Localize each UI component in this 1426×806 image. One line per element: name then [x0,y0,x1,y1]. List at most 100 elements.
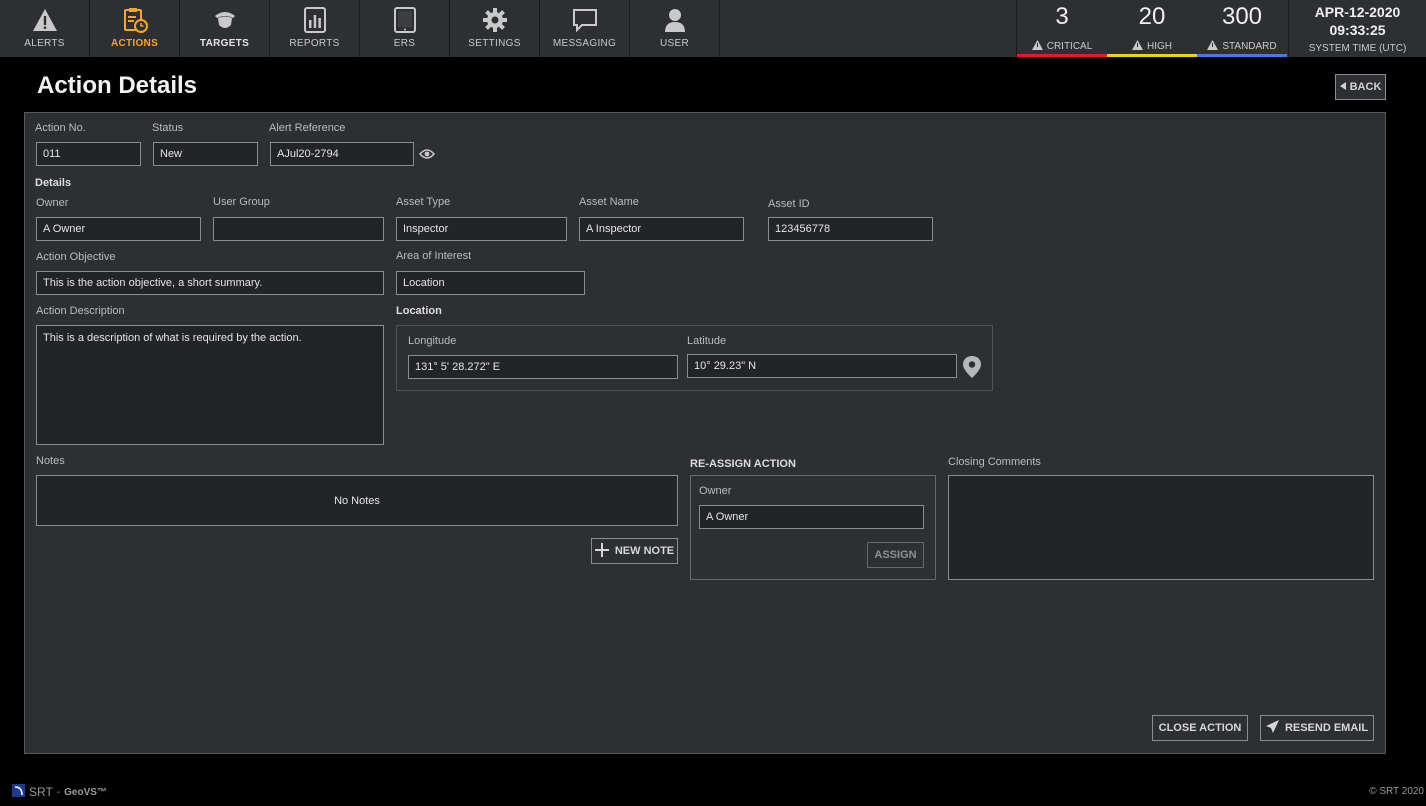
nav-user[interactable]: USER [630,0,720,57]
action-objective-field[interactable]: This is the action objective, a short su… [36,271,384,295]
report-chart-icon [270,5,359,35]
back-label: BACK [1349,81,1382,93]
footer-logo: SRT - GeoVS™ [12,784,107,800]
new-note-button[interactable]: NEW NOTE [591,538,678,564]
reassign-box: Owner A Owner ASSIGN [690,475,936,580]
asset-id-field[interactable]: 123456778 [768,217,933,241]
status-label: Status [152,122,184,134]
area-of-interest-label: Area of Interest [396,250,472,262]
reassign-heading: RE-ASSIGN ACTION [690,458,796,470]
high-label: HIGH [1147,41,1172,52]
location-box: Longitude 131° 5' 28.272" E Latitude 10°… [396,325,993,391]
stat-high[interactable]: 20 HIGH [1107,0,1197,57]
clock-time: 09:33:25 [1329,22,1386,38]
warning-icon [1207,40,1219,53]
page-title: Action Details [37,72,198,99]
alert-stats: 3 CRITICAL 20 HIGH 300 STANDARD [1016,0,1287,57]
nav-alerts[interactable]: ALERTS [0,0,90,57]
latitude-label: Latitude [687,335,727,347]
longitude-field[interactable]: 131° 5' 28.272" E [408,355,678,379]
resend-email-label: RESEND EMAIL [1284,722,1369,734]
stat-standard[interactable]: 300 STANDARD [1197,0,1287,57]
target-person-icon [180,5,269,35]
standard-bar [1197,54,1287,57]
nav-label: ACTIONS [110,38,159,49]
area-of-interest-field[interactable]: Location [396,271,585,295]
back-button[interactable]: BACK [1335,74,1386,100]
nav-label: USER [660,38,689,49]
standard-label: STANDARD [1222,41,1277,52]
critical-label: CRITICAL [1046,41,1093,52]
action-details-panel: Action No. 011 Status New Alert Referenc… [24,112,1386,754]
nav-label: TARGETS [199,38,250,49]
alert-reference-field[interactable]: AJul20-2794 [270,142,414,166]
reassign-owner-field[interactable]: A Owner [699,505,924,529]
caret-left-icon [1339,81,1346,93]
nav-targets[interactable]: TARGETS [180,0,270,57]
clock-date: APR-12-2020 [1314,4,1401,20]
system-clock: APR-12-2020 09:33:25 SYSTEM TIME (UTC) [1288,0,1426,57]
action-description-label: Action Description [36,305,125,317]
warning-icon [1132,40,1143,53]
plus-icon [594,542,609,560]
nav-label: SETTINGS [468,38,521,49]
nav-settings[interactable]: SETTINGS [450,0,540,57]
details-heading: Details [35,177,72,189]
action-objective-label: Action Objective [36,251,116,263]
nav-label: ERS [393,38,416,49]
top-navigation-bar: ALERTS ACTIONS TARGETS REPORTS ERS SETTI… [0,0,1426,57]
high-count: 20 [1138,3,1166,30]
warning-icon [1031,40,1043,53]
nav-messaging[interactable]: MESSAGING [540,0,630,57]
resend-email-button[interactable]: RESEND EMAIL [1260,715,1374,741]
user-group-field[interactable] [213,217,384,241]
nav-label: REPORTS [289,38,340,49]
asset-id-label: Asset ID [768,198,810,210]
clock-zone: SYSTEM TIME (UTC) [1308,43,1407,54]
nav-ers[interactable]: ERS [360,0,450,57]
action-no-label: Action No. [35,122,86,134]
notes-list: No Notes [36,475,678,526]
user-icon [630,5,719,35]
closing-comments-label: Closing Comments [948,456,1041,468]
close-action-button[interactable]: CLOSE ACTION [1152,715,1248,741]
nav-label: ALERTS [24,38,65,49]
asset-type-label: Asset Type [396,196,451,208]
warning-icon [0,5,89,35]
map-pin-icon[interactable] [962,355,982,384]
critical-count: 3 [1055,3,1069,30]
eye-icon[interactable] [419,147,435,165]
tablet-icon [360,5,449,35]
longitude-label: Longitude [408,335,457,347]
location-heading: Location [396,305,442,317]
speech-bubble-icon [540,5,629,35]
standard-count: 300 [1221,3,1263,30]
owner-label: Owner [36,197,69,209]
action-description-field[interactable]: This is a description of what is require… [36,325,384,445]
stat-critical[interactable]: 3 CRITICAL [1017,0,1107,57]
user-group-label: User Group [213,196,270,208]
footer-product: GeoVS™ [64,786,107,798]
asset-name-field[interactable]: A Inspector [579,217,744,241]
send-icon [1265,720,1279,736]
gear-icon [450,5,539,35]
critical-bar [1017,54,1107,57]
reassign-owner-label: Owner [699,485,732,497]
alert-reference-label: Alert Reference [269,122,346,134]
new-note-label: NEW NOTE [614,545,675,557]
latitude-field[interactable]: 10° 29.23" N [687,354,957,378]
closing-comments-field[interactable] [948,475,1374,580]
nav-reports[interactable]: REPORTS [270,0,360,57]
nav-label: MESSAGING [552,38,617,49]
nav-actions[interactable]: ACTIONS [90,0,180,57]
assign-button[interactable]: ASSIGN [867,542,924,568]
notes-label: Notes [36,455,65,467]
footer-brand: SRT [29,785,53,799]
asset-type-field[interactable]: Inspector [396,217,567,241]
owner-field[interactable]: A Owner [36,217,201,241]
asset-name-label: Asset Name [579,196,639,208]
status-field[interactable]: New [153,142,258,166]
srt-logo-icon [12,784,25,800]
no-notes-text: No Notes [334,494,380,507]
action-no-field[interactable]: 011 [36,142,141,166]
